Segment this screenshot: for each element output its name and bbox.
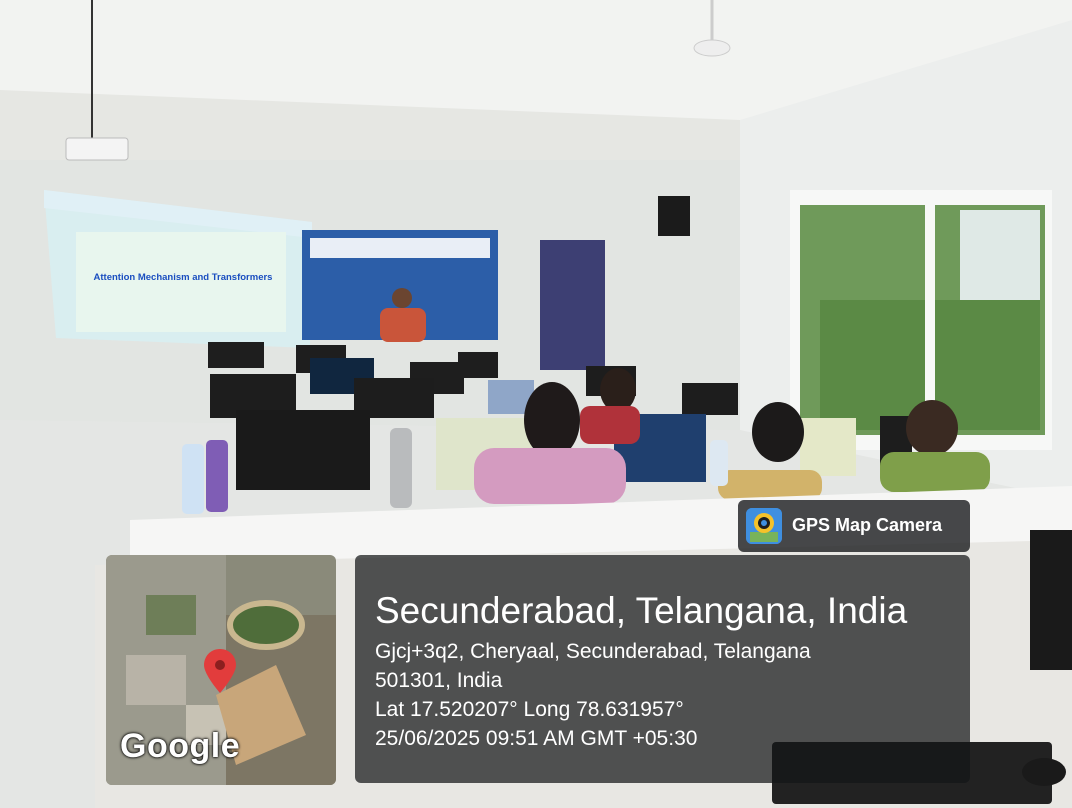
- water-bottle: [182, 444, 204, 514]
- participant-body: [580, 406, 640, 444]
- water-bottle: [710, 440, 728, 486]
- water-bottle: [206, 440, 228, 512]
- map-thumbnail: Google: [106, 555, 336, 785]
- ceiling-fan: [693, 39, 731, 57]
- google-logo: Google: [120, 727, 241, 765]
- address-line-2: 501301, India: [375, 669, 503, 692]
- monitor: [458, 352, 498, 378]
- presenter-head: [392, 288, 412, 308]
- timestamp: 25/06/2025 09:51 AM GMT +05:30: [375, 727, 698, 750]
- participant-body: [718, 470, 822, 500]
- participant: [906, 400, 958, 456]
- mouse: [1022, 758, 1066, 786]
- participant: [524, 382, 580, 458]
- participant-body: [474, 448, 626, 504]
- location-title: Secunderabad, Telangana, India: [375, 590, 908, 631]
- speaker-box: [658, 196, 690, 236]
- monitor: [1030, 530, 1072, 670]
- address-line-1: Gjcj+3q2, Cheryaal, Secunderabad, Telang…: [375, 640, 811, 663]
- side-banner: [540, 240, 605, 370]
- slide-title: Attention Mechanism and Transformers: [93, 272, 273, 283]
- badge-label: GPS Map Camera: [792, 515, 943, 535]
- banner-logos: [310, 238, 490, 258]
- gps-map-camera-badge: GPS Map Camera: [738, 500, 970, 552]
- flask: [390, 428, 412, 508]
- participant: [600, 368, 636, 412]
- presenter: [380, 308, 426, 342]
- monitor: [208, 342, 264, 368]
- coordinates: Lat 17.520207° Long 78.631957°: [375, 698, 684, 721]
- projector: [65, 137, 129, 161]
- monitor: [800, 418, 856, 476]
- map-pin-camera-icon: [746, 508, 782, 544]
- participant: [752, 402, 804, 462]
- monitor: [236, 410, 370, 490]
- participant-body: [880, 452, 990, 492]
- monitor: [682, 383, 738, 415]
